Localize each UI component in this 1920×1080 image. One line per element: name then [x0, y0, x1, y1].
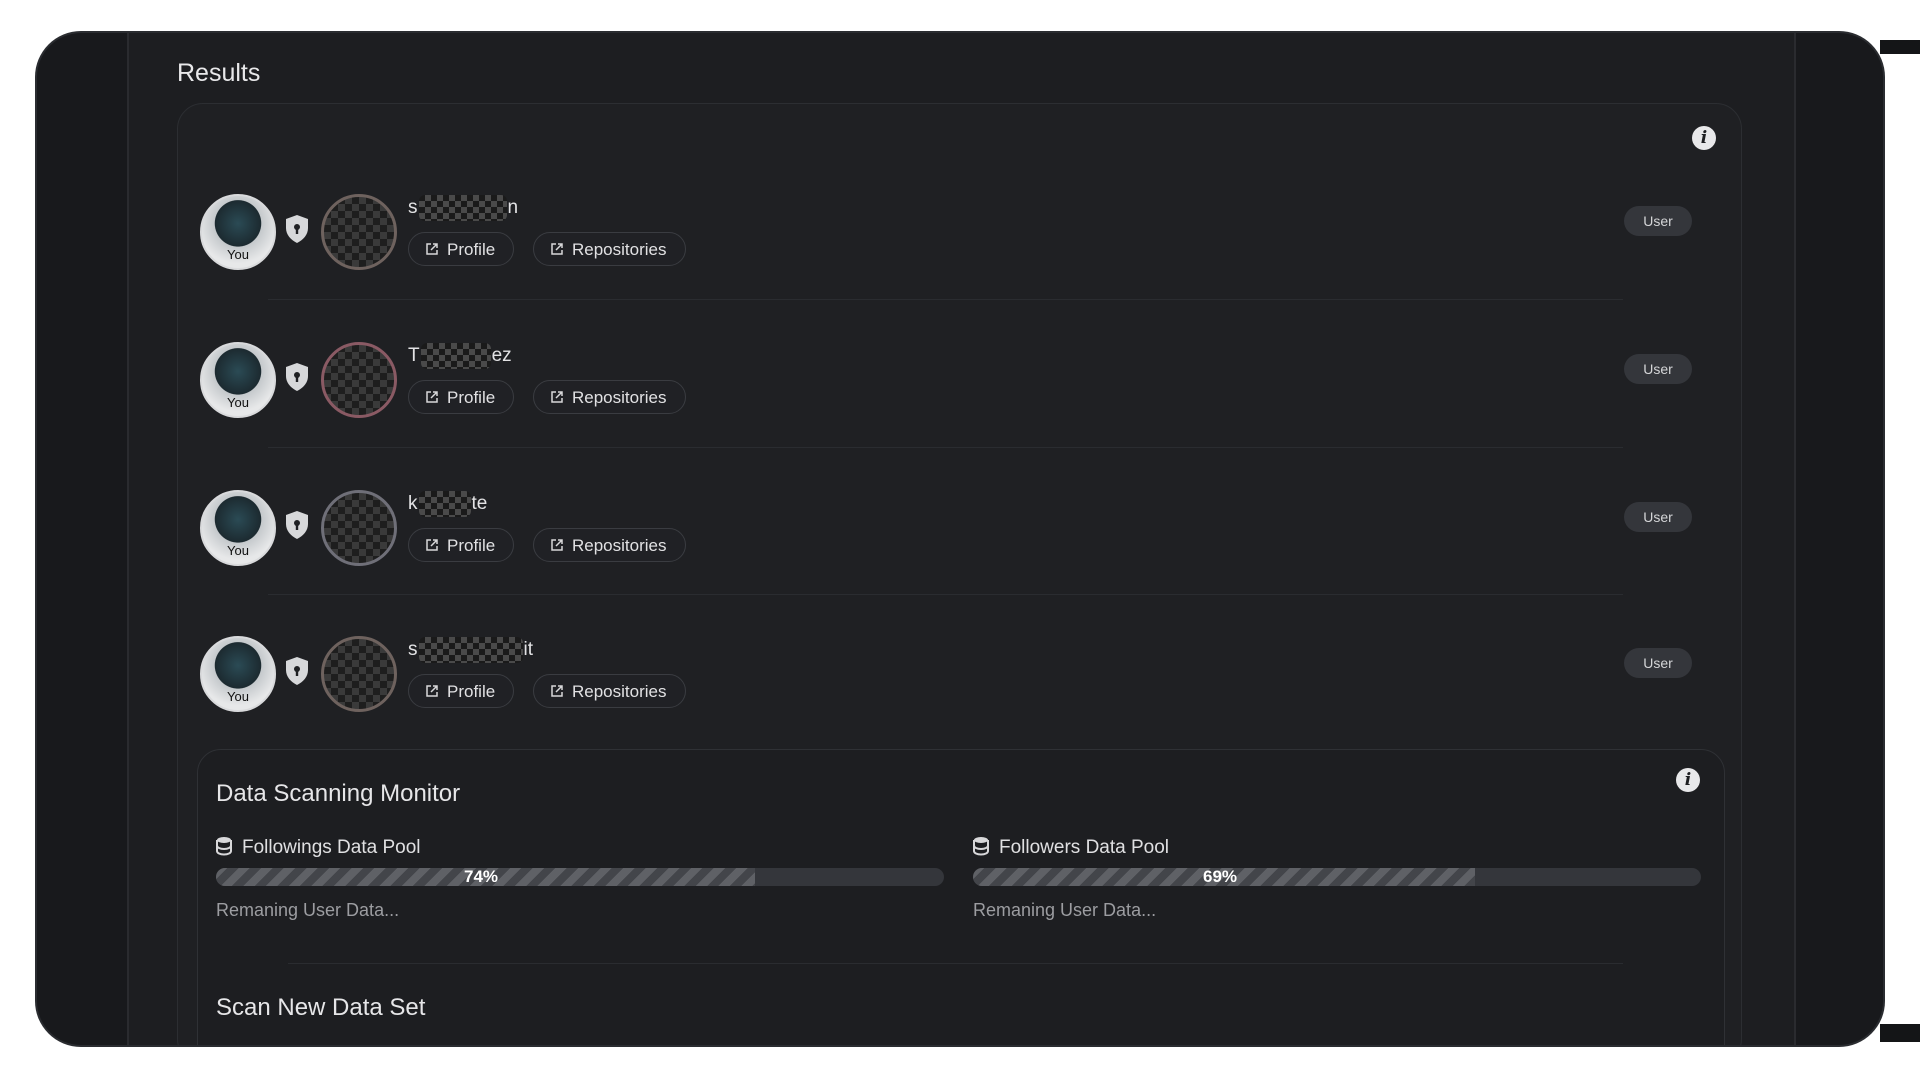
user-avatar	[321, 636, 397, 712]
edge-strip-bottom	[1880, 1024, 1920, 1042]
repositories-label: Repositories	[572, 388, 667, 407]
repositories-button[interactable]: Repositories	[533, 528, 686, 562]
repositories-button[interactable]: Repositories	[533, 380, 686, 414]
pool-status: Remaning User Data...	[973, 900, 1157, 920]
repositories-label: Repositories	[572, 682, 667, 701]
external-link-icon	[426, 685, 438, 697]
shield-icon	[286, 511, 308, 539]
monitor-divider	[288, 963, 1623, 964]
avatar: You	[200, 490, 276, 566]
username-end: n	[507, 197, 519, 218]
progress-percent: 69%	[1203, 868, 1238, 886]
pool-label: Followers Data Pool	[973, 836, 1169, 860]
shield-icon	[286, 657, 308, 685]
profile-label: Profile	[447, 682, 496, 701]
result-row: You s it Profile Repositories User	[178, 636, 1741, 746]
profile-label: Profile	[447, 388, 496, 407]
repositories-button[interactable]: Repositories	[533, 674, 686, 708]
redacted-block	[418, 490, 471, 517]
database-icon	[973, 837, 989, 856]
profile-button[interactable]: Profile	[408, 674, 515, 708]
username-end: te	[471, 493, 488, 514]
username-end: it	[523, 639, 534, 660]
result-row: You k te Profile Repositories User	[178, 490, 1741, 600]
result-row: You sn Profile Repositories User	[178, 194, 1741, 304]
username: s it	[408, 636, 533, 664]
pool-status: Remaning User Data...	[216, 900, 400, 920]
profile-button[interactable]: Profile	[408, 232, 515, 266]
profile-button[interactable]: Profile	[408, 528, 515, 562]
external-link-icon	[551, 685, 563, 697]
progress-bar: 69%	[973, 868, 1701, 886]
shield-icon	[286, 363, 308, 391]
profile-label: Profile	[447, 536, 496, 555]
username-start: s	[408, 639, 418, 660]
user-avatar	[321, 194, 397, 270]
you-label: You	[227, 543, 249, 558]
result-row: You Tez Profile Repositories User	[178, 342, 1741, 452]
user-badge: User	[1624, 502, 1692, 532]
username-start: k	[408, 493, 418, 514]
you-label: You	[227, 395, 249, 410]
edge-strip-top	[1880, 40, 1920, 54]
monitor-title: Data Scanning Monitor	[216, 780, 461, 807]
progress-percent: 74%	[464, 868, 499, 886]
data-scanning-monitor: Data Scanning Monitor i Followings Data …	[197, 749, 1725, 1045]
avatar: You	[200, 194, 276, 270]
repositories-label: Repositories	[572, 240, 667, 259]
user-avatar	[321, 342, 397, 418]
username: k te	[408, 490, 487, 518]
username-start: s	[408, 197, 418, 218]
user-badge: User	[1624, 354, 1692, 384]
you-label: You	[227, 247, 249, 262]
pool-label-text: Followings Data Pool	[242, 837, 421, 858]
username: Tez	[408, 342, 512, 370]
results-title: Results	[177, 59, 261, 87]
profile-label: Profile	[447, 240, 496, 259]
row-divider	[268, 447, 1623, 448]
scan-new-data-set-title: Scan New Data Set	[216, 994, 426, 1021]
external-link-icon	[551, 391, 563, 403]
external-link-icon	[426, 391, 438, 403]
shield-icon	[286, 215, 308, 243]
you-label: You	[227, 689, 249, 704]
external-link-icon	[426, 243, 438, 255]
profile-button[interactable]: Profile	[408, 380, 515, 414]
info-icon[interactable]: i	[1692, 126, 1716, 150]
row-divider	[268, 299, 1623, 300]
app-window: Results i You sn Profile Repositories Us…	[37, 33, 1883, 1045]
followings-pool: Followings Data Pool 74% Remaning User D…	[216, 836, 944, 926]
username-end: ez	[491, 345, 512, 366]
user-badge: User	[1624, 648, 1692, 678]
external-link-icon	[551, 243, 563, 255]
user-avatar	[321, 490, 397, 566]
username: sn	[408, 194, 518, 222]
redacted-block	[420, 342, 491, 369]
pool-label-text: Followers Data Pool	[999, 837, 1170, 858]
external-link-icon	[426, 539, 438, 551]
info-icon[interactable]: i	[1676, 768, 1700, 792]
repositories-label: Repositories	[572, 536, 667, 555]
redacted-block	[418, 636, 523, 663]
database-icon	[216, 837, 232, 856]
followers-pool: Followers Data Pool 69% Remaning User Da…	[973, 836, 1701, 926]
avatar: You	[200, 342, 276, 418]
avatar: You	[200, 636, 276, 712]
pool-label: Followings Data Pool	[216, 836, 420, 860]
user-badge: User	[1624, 206, 1692, 236]
external-link-icon	[551, 539, 563, 551]
progress-bar: 74%	[216, 868, 944, 886]
redacted-block	[418, 194, 507, 221]
repositories-button[interactable]: Repositories	[533, 232, 686, 266]
username-start: T	[408, 345, 420, 366]
row-divider	[268, 594, 1623, 595]
